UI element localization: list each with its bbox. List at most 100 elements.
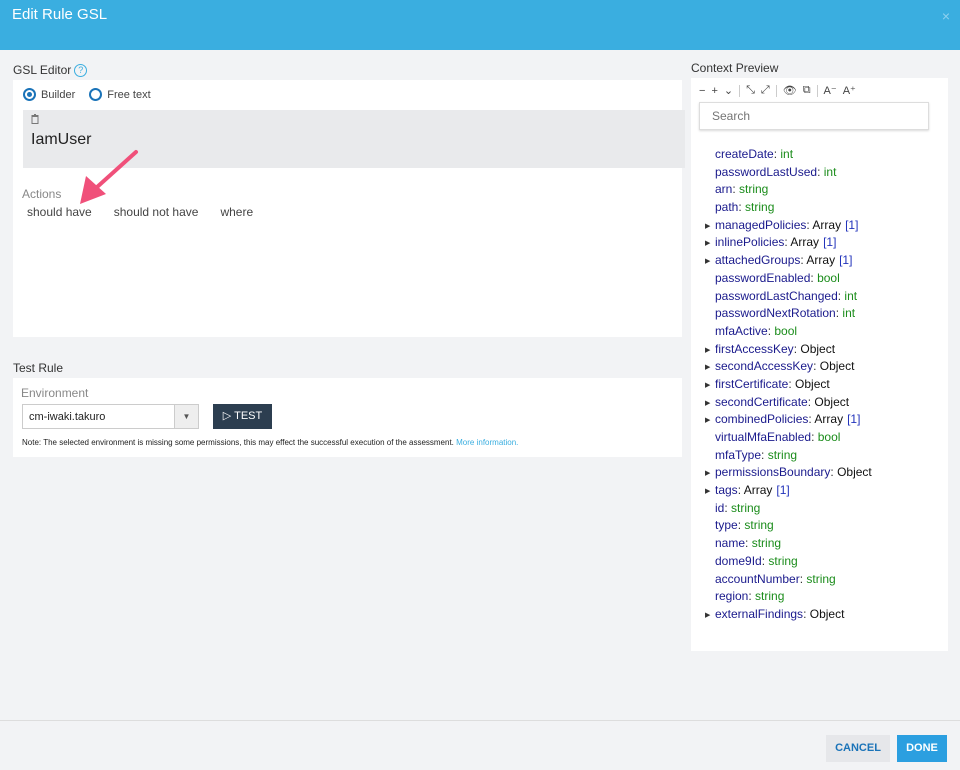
tree-type: bool — [817, 430, 841, 444]
tree-row[interactable]: ▶ secondAccessKey: Object — [705, 358, 872, 376]
tree-type: Object — [795, 376, 830, 391]
tree-row: id: string — [715, 500, 761, 515]
tree-row: region: string — [715, 589, 785, 604]
cancel-button[interactable]: CANCEL — [826, 735, 890, 762]
actions-list: should have should not have where — [27, 205, 253, 219]
tree-row[interactable]: ▶ combinedPolicies: Array [1] — [705, 411, 872, 429]
toolbar-divider — [816, 84, 818, 97]
caret-right-icon[interactable]: ▶ — [705, 483, 715, 501]
tree-type: Object — [819, 359, 855, 374]
radio-unselected-icon — [89, 88, 103, 101]
tree-row[interactable]: ▶ secondCertificate: Object — [705, 394, 872, 412]
radio-selected-icon — [23, 88, 36, 101]
trash-icon[interactable] — [31, 114, 39, 127]
tree-row[interactable]: ▶ externalFindings: Object — [705, 606, 872, 624]
search-input[interactable] — [699, 102, 929, 130]
radio-builder[interactable]: Builder — [23, 88, 75, 101]
note-text: Note: The selected environment is missin… — [22, 438, 454, 447]
tree-key: dome9Id — [715, 553, 762, 568]
tree-key: externalFindings — [715, 606, 804, 621]
expand-icon[interactable]: + — [711, 85, 717, 97]
entity-name[interactable]: IamUser — [31, 131, 91, 149]
tree-type: string — [768, 553, 798, 568]
caret-right-icon[interactable]: ▶ — [705, 395, 715, 413]
tree-type: string — [751, 536, 782, 551]
done-button[interactable]: DONE — [897, 735, 947, 762]
tree-type: Array — [743, 483, 773, 498]
tree-count: [1] — [845, 217, 859, 232]
tree-type: Object — [800, 341, 836, 356]
context-preview-panel: − + ⌄ ⤡ ⤢ 👁 ⧉ A⁻ A⁺ createDate: int passw… — [691, 78, 948, 651]
copy-icon[interactable]: ⧉ — [803, 84, 811, 97]
tree-row: dome9Id: string — [715, 553, 798, 568]
caret-right-icon[interactable]: ▶ — [705, 465, 715, 483]
tree-key: createDate — [715, 147, 774, 161]
tree-type: bool — [774, 323, 798, 338]
tree-row[interactable]: ▶ inlinePolicies: Array [1] — [705, 234, 872, 252]
tree-type: Object — [837, 465, 872, 480]
tree-type: Object — [809, 606, 845, 621]
tree-count: [1] — [776, 483, 790, 498]
caret-right-icon[interactable]: ▶ — [705, 342, 715, 360]
tree-key: path — [715, 200, 739, 215]
font-decrease-icon[interactable]: A⁻ — [824, 84, 837, 97]
help-icon[interactable]: ? — [74, 64, 88, 77]
caret-right-icon[interactable]: ▶ — [705, 412, 715, 430]
tree-count: [1] — [823, 235, 837, 250]
chevron-down-icon[interactable]: ▼ — [174, 405, 198, 428]
context-tree: createDate: int passwordLastUsed: int arn:… — [705, 146, 872, 624]
dialog-title: Edit Rule GSL — [12, 6, 108, 23]
caret-right-icon[interactable]: ▶ — [705, 359, 715, 377]
tree-row: passwordLastUsed: int — [715, 164, 837, 179]
tree-key: firstCertificate — [715, 376, 789, 391]
test-rule-panel: Environment cm-iwaki.takuro ▼ ▷ TEST Not… — [13, 378, 682, 457]
eye-icon[interactable]: 👁 — [783, 84, 797, 97]
font-increase-icon[interactable]: A⁺ — [843, 84, 856, 97]
tree-row[interactable]: ▶ managedPolicies: Array [1] — [705, 217, 872, 235]
tree-row: name: string — [715, 536, 782, 551]
action-where[interactable]: where — [220, 205, 253, 219]
expand-all-icon[interactable]: ⤢ — [761, 84, 770, 97]
collapse-icon[interactable]: − — [699, 85, 705, 97]
tree-type: int — [842, 306, 856, 321]
test-button-label: TEST — [234, 410, 263, 422]
test-button[interactable]: ▷ TEST — [213, 404, 272, 429]
radio-free-text[interactable]: Free text — [89, 88, 151, 101]
tree-key: region — [715, 589, 749, 604]
tree-key: type — [715, 518, 738, 533]
close-icon[interactable]: × — [942, 8, 950, 24]
chevron-down-icon[interactable]: ⌄ — [724, 84, 733, 97]
toolbar-divider — [775, 84, 777, 97]
tree-type: Array — [812, 217, 842, 232]
tree-row[interactable]: ▶ firstCertificate: Object — [705, 376, 872, 394]
tree-key: combinedPolicies — [715, 412, 809, 427]
radio-free-text-label: Free text — [107, 88, 151, 101]
gsl-editor-title: GSL Editor — [13, 63, 72, 77]
caret-right-icon[interactable]: ▶ — [705, 235, 715, 253]
tree-type: string — [767, 447, 798, 462]
tree-row[interactable]: ▶ firstAccessKey: Object — [705, 341, 872, 359]
tree-row: passwordEnabled: bool — [715, 270, 840, 285]
dialog-header: Edit Rule GSL × — [0, 0, 960, 50]
gsl-editor-panel: Builder Free text IamUser Actions should… — [13, 80, 685, 337]
tree-row[interactable]: ▶ tags: Array [1] — [705, 482, 872, 500]
tree-row: createDate: int — [715, 147, 794, 161]
tree-row: accountNumber: string — [715, 571, 836, 586]
tree-row[interactable]: ▶ attachedGroups: Array [1] — [705, 252, 872, 270]
tree-key: managedPolicies — [715, 217, 807, 232]
caret-right-icon[interactable]: ▶ — [705, 253, 715, 271]
tree-key: virtualMfaEnabled — [715, 430, 812, 444]
annotation-arrow-icon — [80, 150, 138, 204]
more-information-link[interactable]: More information. — [456, 438, 518, 447]
tree-row: type: string — [715, 518, 774, 533]
tree-count: [1] — [839, 253, 853, 268]
caret-right-icon[interactable]: ▶ — [705, 218, 715, 236]
collapse-all-icon[interactable]: ⤡ — [746, 84, 755, 97]
caret-right-icon[interactable]: ▶ — [705, 377, 715, 395]
environment-select[interactable]: cm-iwaki.takuro ▼ — [22, 404, 199, 429]
tree-row: path: string — [715, 200, 775, 215]
tree-type: int — [823, 164, 837, 179]
tree-row[interactable]: ▶ permissionsBoundary: Object — [705, 464, 872, 482]
caret-right-icon[interactable]: ▶ — [705, 607, 715, 625]
tree-type: string — [731, 500, 761, 515]
